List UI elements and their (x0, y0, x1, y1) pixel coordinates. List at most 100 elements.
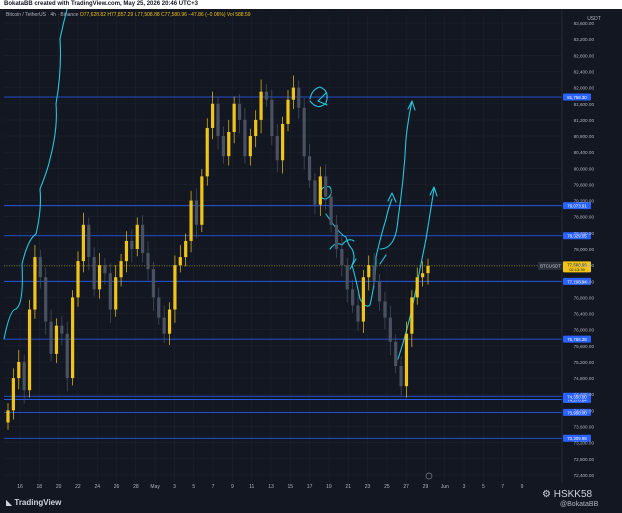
annotation-path-up-1 (325, 198, 393, 307)
price-tick-label: 74,800.00 (574, 376, 595, 381)
price-tick-label: 72,400.00 (574, 473, 595, 478)
date-tick-label: 27 (403, 484, 409, 490)
date-tick-label: 29 (423, 484, 429, 490)
level-label: 79,073.91 (567, 204, 587, 209)
candle-body (237, 103, 242, 120)
tradingview-logo[interactable]: ◣ TradingView (6, 498, 61, 507)
candle-body (49, 321, 53, 354)
date-tick-label: 21 (345, 484, 351, 490)
candle-body (76, 261, 80, 298)
candle-body (194, 200, 199, 225)
price-tick-label: 81,200.00 (574, 118, 595, 123)
candle-body (388, 317, 392, 342)
candle-body (17, 361, 21, 379)
date-tick-label: Jun (441, 484, 449, 490)
date-tick-label: 11 (249, 484, 254, 490)
date-tick-label: 20 (56, 484, 62, 490)
candle-body (270, 99, 274, 137)
price-tick-label: 82,000.00 (574, 86, 595, 91)
level-label: 81,768.30 (567, 95, 587, 100)
price-tick-label: 78,000.00 (574, 247, 595, 252)
date-tick-label: 9 (231, 484, 234, 490)
candle-body (383, 301, 387, 318)
candle-body (6, 410, 10, 423)
candle-body (351, 289, 355, 306)
date-tick-label: 25 (384, 484, 390, 490)
candle-body (44, 277, 48, 322)
candle-body (302, 107, 306, 157)
candle-body (286, 99, 290, 124)
date-tick-label: 16 (17, 484, 23, 490)
annotation-path-up-2 (379, 100, 413, 250)
price-tick-label: 76,000.00 (574, 328, 595, 333)
attribution-bar: BokataBB created with TradingView.com, M… (0, 0, 622, 9)
date-tick-label: 9 (521, 484, 524, 490)
price-tick-label: 73,600.00 (574, 425, 595, 430)
candle-body (372, 265, 376, 282)
price-tick-label: 78,800.00 (574, 215, 595, 220)
candle-body (307, 156, 312, 181)
tv-logo-text: TradingView (14, 498, 62, 507)
watermark: ⚙ HSKK58 (542, 489, 592, 500)
date-tick-label: 18 (37, 484, 43, 490)
candle-body (248, 136, 252, 157)
candle-body (367, 265, 371, 278)
date-tick-label: 7 (212, 484, 215, 490)
candle-body (81, 224, 85, 262)
price-tick-label: 83,600.00 (574, 21, 595, 26)
date-tick-label: 17 (307, 484, 313, 490)
price-tick-label: 76,400.00 (574, 312, 595, 317)
price-tick-label: 73,200.00 (574, 441, 595, 446)
candle-body (361, 277, 365, 322)
date-tick-label: 3 (173, 484, 176, 490)
candle-body (135, 224, 139, 249)
candle-body (162, 317, 166, 334)
price-tick-label: 74,400.00 (574, 392, 595, 397)
candle-body (11, 378, 15, 411)
candle-body (221, 136, 225, 157)
candle-body (313, 180, 317, 205)
candle-body (259, 91, 263, 120)
candle-body (119, 261, 123, 278)
candle-body (54, 325, 59, 354)
date-tick-label: 7 (501, 484, 504, 490)
candle-body (184, 240, 188, 258)
candle-body (264, 91, 269, 100)
candle-body (22, 361, 26, 391)
candle-body (205, 127, 209, 177)
candle-body (173, 265, 177, 310)
candle-body (151, 269, 155, 298)
candle-body (157, 297, 161, 318)
price-tick-label: 81,600.00 (574, 102, 595, 107)
candle-body (27, 309, 32, 391)
candle-body (254, 119, 258, 137)
candle-body (297, 87, 301, 108)
candle-body (33, 257, 37, 310)
candle-body (108, 273, 112, 310)
candle-body (410, 297, 414, 334)
price-tick-label: 79,600.00 (574, 182, 595, 187)
candle-body (426, 265, 430, 274)
watermark-handle: @BokataBB (560, 501, 599, 508)
candle-body (281, 123, 285, 161)
price-tick-label: 78,400.00 (574, 231, 595, 236)
candle-body (345, 265, 349, 290)
date-tick-label: 22 (75, 484, 81, 490)
date-tick-label: 3 (463, 484, 466, 490)
candle-body (71, 297, 75, 379)
candle-body (334, 224, 339, 249)
price-tick-label: 75,200.00 (574, 360, 595, 365)
price-tick-label: 80,400.00 (574, 150, 595, 155)
price-tick-label: 77,200.00 (574, 279, 595, 284)
candle-body (404, 333, 409, 387)
date-tick-label: 19 (326, 484, 332, 490)
candle-body (329, 196, 333, 225)
candle-body (356, 305, 360, 322)
candle-body (97, 265, 102, 290)
scroll-to-realtime-icon (425, 472, 433, 480)
candle-body (146, 253, 150, 270)
time-axis: 16 18 20 22 24 26 28 May 3 5 7 9 11 13 15 17 19 21 23 25 27 2… (17, 484, 523, 490)
candle-body (394, 341, 398, 366)
price-chart[interactable]: 81,768.3079,073.9178,329.0577,198.9475,7… (0, 9, 622, 503)
candle-body (167, 309, 172, 334)
